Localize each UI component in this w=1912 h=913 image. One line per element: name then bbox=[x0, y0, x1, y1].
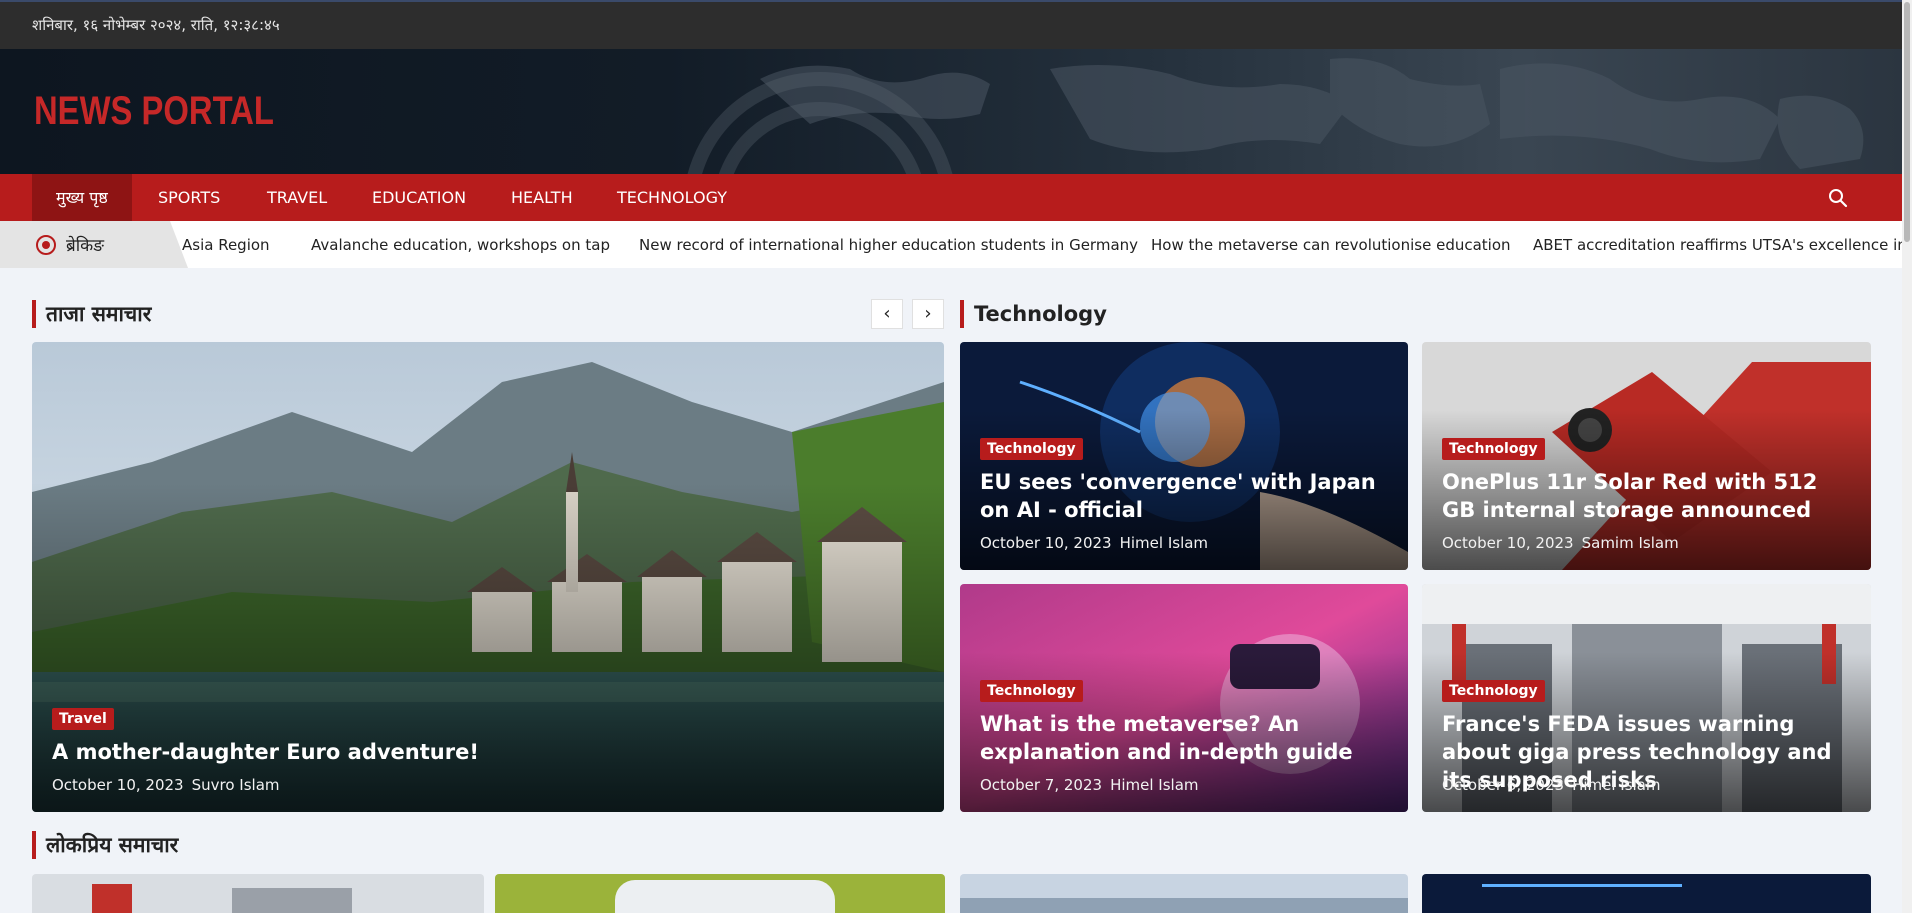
tech-news-title[interactable]: What is the metaverse? An explanation an… bbox=[980, 710, 1394, 766]
popular-news-card[interactable] bbox=[1422, 874, 1871, 913]
category-badge[interactable]: Technology bbox=[980, 680, 1083, 702]
nav-item-home[interactable]: मुख्य पृष्ठ bbox=[32, 174, 132, 221]
nav-item-health[interactable]: HEALTH bbox=[487, 174, 597, 221]
popular-news-card[interactable] bbox=[960, 874, 1408, 913]
nav-item-technology[interactable]: TECHNOLOGY bbox=[593, 174, 751, 221]
featured-news-title[interactable]: A mother-daughter Euro adventure! bbox=[52, 738, 930, 766]
tech-news-card[interactable]: Technology EU sees 'convergence' with Ja… bbox=[960, 342, 1408, 570]
popular-news-card[interactable] bbox=[32, 874, 484, 913]
prev-slide-button[interactable]: ‹ bbox=[871, 299, 903, 329]
category-badge[interactable]: Technology bbox=[1442, 438, 1545, 460]
main-nav: मुख्य पृष्ठ SPORTS TRAVEL EDUCATION HEAL… bbox=[0, 174, 1902, 221]
post-date: October 10, 2023 bbox=[1442, 534, 1574, 552]
post-date: October 10, 2023 bbox=[52, 776, 184, 794]
breaking-news-ticker: ब्रेकिङ Asia Region Avalanche education,… bbox=[0, 221, 1902, 268]
tech-news-meta: October 7, 2023 Himel Islam bbox=[980, 776, 1199, 794]
category-badge[interactable]: Travel bbox=[52, 708, 114, 730]
featured-news-card[interactable]: Travel A mother-daughter Euro adventure!… bbox=[32, 342, 944, 812]
search-icon[interactable] bbox=[1826, 186, 1850, 210]
next-slide-button[interactable]: › bbox=[912, 299, 944, 329]
popular-news-card[interactable] bbox=[495, 874, 945, 913]
ticker-item[interactable]: New record of international higher educa… bbox=[639, 236, 1138, 254]
breaking-label: ब्रेकिङ bbox=[0, 221, 188, 268]
ticker-item[interactable]: ABET accreditation reaffirms UTSA's exce… bbox=[1533, 236, 1902, 254]
tech-news-meta: October 6, 2023 Himel Islam bbox=[1442, 776, 1661, 794]
post-author[interactable]: Samim Islam bbox=[1582, 534, 1679, 552]
breaking-label-text: ब्रेकिङ bbox=[66, 236, 104, 256]
latest-news-title: ताजा समाचार bbox=[32, 300, 151, 328]
tech-news-meta: October 10, 2023 Himel Islam bbox=[980, 534, 1208, 552]
page-scrollbar[interactable] bbox=[1902, 0, 1912, 913]
live-dot-icon bbox=[36, 235, 56, 255]
site-logo[interactable]: NEWS PORTAL bbox=[34, 89, 274, 134]
tech-news-card[interactable]: Technology France's FEDA issues warning … bbox=[1422, 584, 1871, 812]
site-header: NEWS PORTAL bbox=[0, 49, 1902, 174]
tech-news-card[interactable]: Technology OnePlus 11r Solar Red with 51… bbox=[1422, 342, 1871, 570]
nav-item-travel[interactable]: TRAVEL bbox=[243, 174, 351, 221]
post-date: October 7, 2023 bbox=[980, 776, 1103, 794]
post-date: October 6, 2023 bbox=[1442, 776, 1565, 794]
post-author[interactable]: Himel Islam bbox=[1572, 776, 1660, 794]
tech-news-meta: October 10, 2023 Samim Islam bbox=[1442, 534, 1679, 552]
post-author[interactable]: Himel Islam bbox=[1120, 534, 1208, 552]
current-date: शनिबार, १६ नोभेम्बर २०२४, राति, १२:३८:४५ bbox=[32, 16, 280, 34]
post-author[interactable]: Suvro Islam bbox=[192, 776, 280, 794]
world-map-background bbox=[687, 58, 1864, 174]
popular-news-title: लोकप्रिय समाचार bbox=[32, 831, 178, 859]
ticker-item[interactable]: How the metaverse can revolutionise educ… bbox=[1151, 236, 1511, 254]
ticker-item[interactable]: Asia Region bbox=[182, 236, 270, 254]
nav-item-education[interactable]: EDUCATION bbox=[348, 174, 490, 221]
category-badge[interactable]: Technology bbox=[980, 438, 1083, 460]
tech-news-title[interactable]: EU sees 'convergence' with Japan on AI -… bbox=[980, 468, 1394, 524]
ticker-item[interactable]: Avalanche education, workshops on tap bbox=[311, 236, 610, 254]
tech-news-card[interactable]: Technology What is the metaverse? An exp… bbox=[960, 584, 1408, 812]
nav-item-sports[interactable]: SPORTS bbox=[134, 174, 244, 221]
category-badge[interactable]: Technology bbox=[1442, 680, 1545, 702]
post-author[interactable]: Himel Islam bbox=[1110, 776, 1198, 794]
technology-section-title: Technology bbox=[960, 300, 1107, 328]
featured-news-meta: October 10, 2023 Suvro Islam bbox=[52, 776, 280, 794]
post-date: October 10, 2023 bbox=[980, 534, 1112, 552]
tech-news-title[interactable]: OnePlus 11r Solar Red with 512 GB intern… bbox=[1442, 468, 1857, 524]
top-bar: शनिबार, १६ नोभेम्बर २०२४, राति, १२:३८:४५ bbox=[0, 0, 1912, 49]
scrollbar-thumb[interactable] bbox=[1904, 2, 1910, 242]
